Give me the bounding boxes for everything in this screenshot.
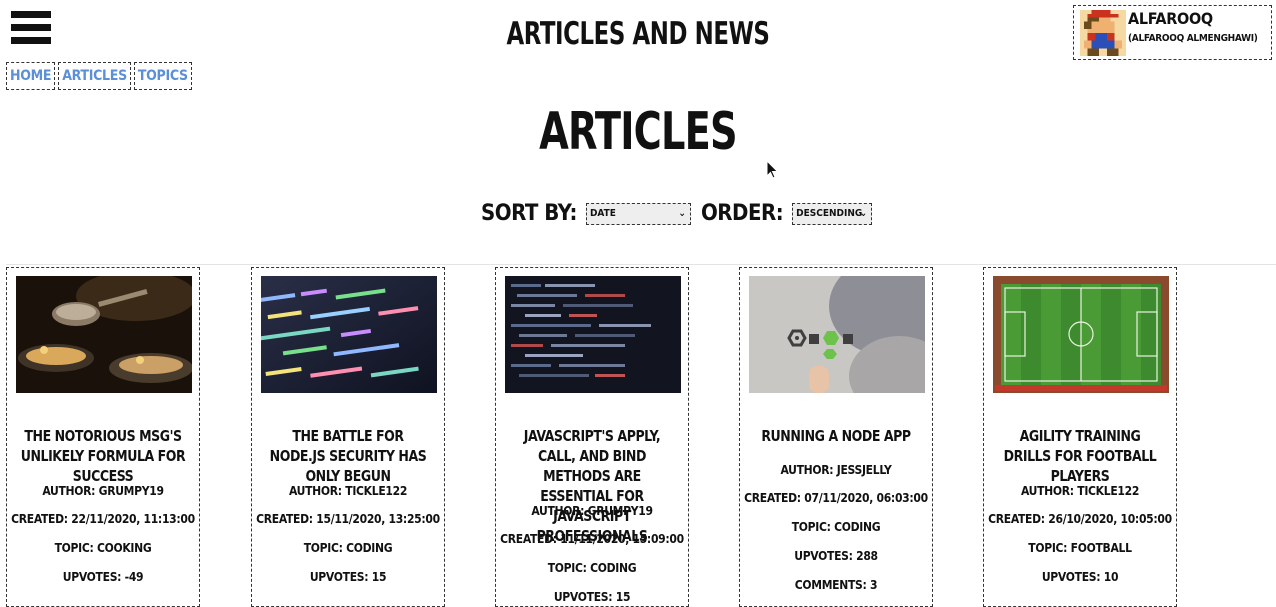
article-topic: TOPIC: CODING (303, 541, 393, 555)
article-title[interactable]: RUNNING A NODE APP (751, 426, 920, 446)
article-comments: COMMENTS: 3 (794, 578, 878, 592)
article-card[interactable]: THE BATTLE FOR NODE.JS SECURITY HAS ONLY… (251, 267, 445, 607)
article-topic: TOPIC: CODING (547, 561, 637, 575)
article-created: CREATED: 22/11/2020, 11:13:00 (11, 512, 195, 526)
article-image-code (261, 276, 437, 393)
article-upvotes: UPVOTES: 10 (1041, 570, 1119, 584)
article-card[interactable]: THE NOTORIOUS MSG'S UNLIKELY FORMULA FOR… (6, 267, 200, 607)
chevron-down-icon: ⌄ (678, 207, 686, 219)
article-image-football (993, 276, 1169, 393)
article-image-node (749, 276, 925, 393)
article-title[interactable]: THE NOTORIOUS MSG'S UNLIKELY FORMULA FOR… (18, 426, 187, 486)
user-profile-box[interactable]: ALFAROOQ (ALFAROOQ ALMENGHAWI) (1073, 5, 1272, 60)
user-name: ALFAROOQ (1128, 9, 1213, 28)
article-created: CREATED: 15/11/2020, 13:25:00 (256, 512, 440, 526)
pixel-mario-avatar-icon (1080, 10, 1126, 56)
article-title[interactable]: AGILITY TRAINING DRILLS FOR FOOTBALL PLA… (995, 426, 1164, 486)
article-image-cooking (16, 276, 192, 393)
page-heading: ARTICLES (539, 102, 737, 162)
article-author: AUTHOR: TICKLE122 (1020, 484, 1140, 498)
article-author: AUTHOR: TICKLE122 (288, 484, 408, 498)
article-author: AUTHOR: JESSJELLY (780, 463, 892, 477)
article-upvotes: UPVOTES: 15 (553, 590, 631, 604)
order-value: DESCENDING (796, 207, 863, 219)
article-created: CREATED: 26/10/2020, 10:05:00 (988, 512, 1172, 526)
order-select[interactable]: DESCENDING ⌄ (792, 202, 873, 225)
article-author: AUTHOR: GRUMPY19 (42, 484, 164, 498)
site-title: ARTICLES AND NEWS (506, 16, 770, 52)
nav-bar: HOME ARTICLES TOPICS (6, 62, 192, 90)
article-topic: TOPIC: CODING (791, 520, 881, 534)
article-created: CREATED: 07/11/2020, 06:03:00 (744, 491, 928, 505)
article-card[interactable]: AGILITY TRAINING DRILLS FOR FOOTBALL PLA… (983, 267, 1177, 607)
mouse-cursor-icon (766, 160, 779, 179)
order-label: ORDER: (700, 201, 784, 226)
nav-home-link[interactable]: HOME (6, 62, 56, 90)
nav-articles-link[interactable]: ARTICLES (58, 62, 131, 90)
user-full-name: (ALFAROOQ ALMENGHAWI) (1128, 33, 1258, 44)
sort-by-label: SORT BY: (481, 201, 577, 226)
article-image-dark-code (505, 276, 681, 393)
article-topic: TOPIC: FOOTBALL (1028, 541, 1132, 555)
article-card[interactable]: JAVASCRIPT'S APPLY, CALL, AND BIND METHO… (495, 267, 689, 607)
article-topic: TOPIC: COOKING (54, 541, 152, 555)
chevron-down-icon: ⌄ (859, 207, 868, 219)
sort-by-value: DATE (589, 207, 616, 219)
article-upvotes: UPVOTES: 288 (794, 549, 878, 563)
articles-list: THE NOTORIOUS MSG'S UNLIKELY FORMULA FOR… (6, 264, 1276, 607)
sort-by-select[interactable]: DATE ⌄ (585, 202, 691, 225)
hamburger-menu-icon[interactable] (11, 11, 51, 49)
sort-controls: SORT BY: DATE ⌄ ORDER: DESCENDING ⌄ (481, 201, 873, 226)
article-created: CREATED: 11/11/2020, 15:09:00 (500, 532, 684, 546)
article-title[interactable]: JAVASCRIPT'S APPLY, CALL, AND BIND METHO… (507, 426, 676, 546)
article-upvotes: UPVOTES: 15 (309, 570, 387, 584)
nav-topics-link[interactable]: TOPICS (133, 62, 192, 90)
article-card[interactable]: RUNNING A NODE APP AUTHOR: JESSJELLY CRE… (739, 267, 933, 607)
article-author: AUTHOR: GRUMPY19 (531, 504, 653, 518)
article-upvotes: UPVOTES: -49 (62, 570, 144, 584)
article-title[interactable]: THE BATTLE FOR NODE.JS SECURITY HAS ONLY… (263, 426, 432, 486)
